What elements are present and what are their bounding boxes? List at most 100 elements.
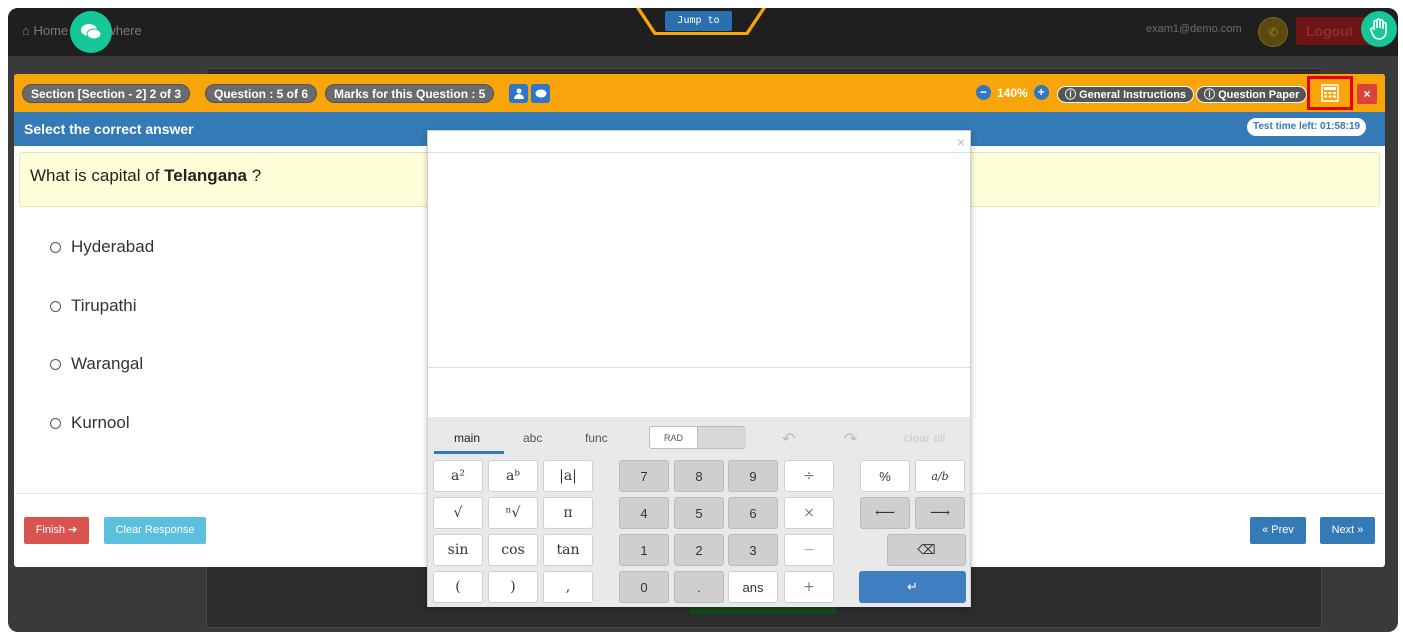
info-icon: ⓘ bbox=[1204, 89, 1215, 101]
calculator-button[interactable] bbox=[1307, 76, 1353, 110]
close-button[interactable]: × bbox=[1357, 84, 1377, 104]
clear-response-button[interactable]: Clear Response bbox=[104, 517, 206, 544]
key-percent[interactable]: % bbox=[860, 460, 910, 492]
key-nth-root[interactable]: ⁿ√ bbox=[488, 497, 538, 529]
key-9[interactable]: 9 bbox=[728, 460, 778, 492]
radio-button[interactable] bbox=[50, 241, 61, 253]
key-comma[interactable]: , bbox=[543, 571, 593, 603]
home-icon: ⌂ bbox=[22, 23, 30, 38]
key-3[interactable]: 3 bbox=[728, 534, 778, 566]
active-tab-indicator bbox=[434, 451, 504, 454]
key-minus[interactable]: − bbox=[784, 534, 834, 566]
finish-button[interactable]: Finish ➔ bbox=[24, 517, 89, 544]
question-paper-label: Question Paper bbox=[1218, 89, 1300, 101]
key-abs[interactable]: |a| bbox=[543, 460, 593, 492]
exam-header-bar: Section [Section - 2] 2 of 3 Question : … bbox=[14, 74, 1385, 112]
general-instructions-button[interactable]: ⓘ General Instructions bbox=[1057, 86, 1195, 103]
home-label: Home bbox=[33, 23, 69, 38]
question-prefix: What is capital of bbox=[30, 166, 165, 185]
key-4[interactable]: 4 bbox=[619, 497, 669, 529]
tab-func[interactable]: func bbox=[585, 431, 608, 445]
tab-main[interactable]: main bbox=[454, 431, 480, 445]
key-right-paren[interactable]: ) bbox=[488, 571, 538, 603]
key-left-paren[interactable]: ( bbox=[433, 571, 483, 603]
general-instructions-label: General Instructions bbox=[1079, 89, 1187, 101]
calculator-keypad: main abc func RAD ↶ ↷ clear all a² aᵇ |a… bbox=[428, 417, 970, 607]
calculator-popup: × main abc func RAD ↶ ↷ clear all a² aᵇ … bbox=[427, 130, 971, 607]
key-multiply[interactable]: × bbox=[784, 497, 834, 529]
clear-all-button[interactable]: clear all bbox=[904, 431, 945, 445]
phone-icon[interactable]: ✆ bbox=[1258, 17, 1288, 47]
key-pi[interactable]: π bbox=[543, 497, 593, 529]
key-ans[interactable]: ans bbox=[728, 571, 778, 603]
key-tan[interactable]: tan bbox=[543, 534, 593, 566]
key-backspace-icon[interactable]: ⌫ bbox=[887, 534, 966, 566]
section-badge[interactable]: Section [Section - 2] 2 of 3 bbox=[22, 84, 191, 103]
radio-button[interactable] bbox=[50, 417, 61, 429]
key-right-arrow[interactable]: ⟶ bbox=[915, 497, 965, 529]
calculator-close-icon[interactable]: × bbox=[957, 134, 965, 150]
key-1[interactable]: 1 bbox=[619, 534, 669, 566]
radio-button[interactable] bbox=[50, 358, 61, 370]
zoom-level: 140% bbox=[997, 85, 1028, 100]
key-plus[interactable]: + bbox=[784, 571, 834, 603]
user-email: exam1@demo.com bbox=[1146, 23, 1242, 35]
key-sqrt[interactable]: √ bbox=[433, 497, 483, 529]
user-icon[interactable] bbox=[509, 84, 528, 103]
rad-toggle[interactable]: RAD bbox=[649, 426, 746, 449]
marks-badge: Marks for this Question : 5 bbox=[325, 84, 495, 103]
key-cos[interactable]: cos bbox=[488, 534, 538, 566]
key-0[interactable]: 0 bbox=[619, 571, 669, 603]
undo-icon[interactable]: ↶ bbox=[782, 429, 795, 449]
raise-hand-icon[interactable] bbox=[1361, 11, 1397, 47]
calculator-header: × bbox=[428, 131, 970, 153]
key-square[interactable]: a² bbox=[433, 460, 483, 492]
key-left-arrow[interactable]: ⟵ bbox=[860, 497, 910, 529]
instruction-title: Select the correct answer bbox=[24, 121, 194, 137]
zoom-control: − 140% + bbox=[976, 85, 1049, 100]
key-5[interactable]: 5 bbox=[674, 497, 724, 529]
radio-button[interactable] bbox=[50, 300, 61, 312]
key-8[interactable]: 8 bbox=[674, 460, 724, 492]
option-label: Tirupathi bbox=[71, 296, 137, 315]
prev-button[interactable]: « Prev bbox=[1250, 517, 1306, 544]
calculator-display bbox=[428, 154, 970, 367]
info-icon: ⓘ bbox=[1065, 89, 1076, 101]
question-paper-button[interactable]: ⓘ Question Paper bbox=[1196, 86, 1308, 103]
chat-icon[interactable] bbox=[70, 11, 112, 53]
key-6[interactable]: 6 bbox=[728, 497, 778, 529]
option-label: Warangal bbox=[71, 354, 144, 373]
option-label: Hyderabad bbox=[71, 237, 155, 256]
question-keyword: Telangana bbox=[164, 166, 247, 185]
calculator-icon bbox=[1321, 84, 1339, 102]
key-fraction[interactable]: a/b bbox=[915, 460, 965, 492]
key-power[interactable]: aᵇ bbox=[488, 460, 538, 492]
key-7[interactable]: 7 bbox=[619, 460, 669, 492]
jump-to-tab: Jump to bbox=[628, 8, 774, 36]
key-sin[interactable]: sin bbox=[433, 534, 483, 566]
option-item[interactable]: Warangal bbox=[50, 354, 143, 374]
jump-to-button[interactable]: Jump to bbox=[665, 11, 732, 31]
option-label: Kurnool bbox=[71, 413, 130, 432]
tab-abc[interactable]: abc bbox=[523, 431, 542, 445]
top-navbar: ⌂ Home n Anywhere Jump to exam1@demo.com… bbox=[8, 8, 1398, 56]
key-2[interactable]: 2 bbox=[674, 534, 724, 566]
rad-label: RAD bbox=[664, 433, 684, 443]
question-badge: Question : 5 of 6 bbox=[205, 84, 318, 103]
option-item[interactable]: Tirupathi bbox=[50, 296, 137, 316]
rad-toggle-switch[interactable] bbox=[697, 427, 746, 448]
question-suffix: ? bbox=[247, 166, 262, 185]
redo-icon[interactable]: ↷ bbox=[844, 429, 857, 449]
key-divide[interactable]: ÷ bbox=[784, 460, 834, 492]
option-item[interactable]: Kurnool bbox=[50, 413, 130, 433]
key-decimal[interactable]: . bbox=[674, 571, 724, 603]
comment-icon[interactable] bbox=[531, 84, 550, 103]
question-text: What is capital of Telangana ? bbox=[30, 166, 261, 186]
zoom-in-icon[interactable]: + bbox=[1033, 85, 1049, 100]
option-item[interactable]: Hyderabad bbox=[50, 237, 154, 257]
calculator-expression-input[interactable] bbox=[428, 368, 970, 417]
next-button[interactable]: Next » bbox=[1320, 517, 1375, 544]
key-enter-icon[interactable]: ↵ bbox=[859, 571, 966, 603]
timer-badge: Test time left: 01:58:19 bbox=[1247, 118, 1367, 136]
zoom-out-icon[interactable]: − bbox=[976, 85, 991, 100]
